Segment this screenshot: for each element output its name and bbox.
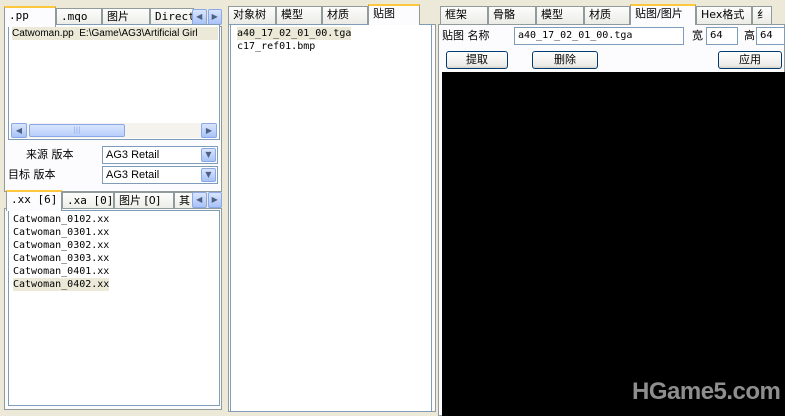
target-version-value: AG3 Retail (106, 169, 160, 181)
texture-name-field[interactable]: a40_17_02_01_00.tga (514, 27, 684, 45)
pp-file-list: Catwoman.pp E:\Game\AG3\Artificial Girl … (8, 24, 220, 140)
tab-frame[interactable]: 框架 (440, 6, 488, 24)
source-version-label: 来源 版本 (26, 148, 74, 161)
list-item[interactable]: c17_ref01.bmp (237, 40, 315, 53)
height-field[interactable]: 64 (756, 27, 785, 45)
source-version-value: AG3 Retail (106, 149, 160, 161)
tab-pp[interactable]: .pp (4, 6, 56, 27)
chevron-left-icon[interactable]: ◀ (192, 192, 207, 208)
chevron-down-icon[interactable]: ▼ (201, 168, 216, 182)
chevron-down-icon[interactable]: ▼ (201, 148, 216, 162)
scroll-right-icon[interactable]: ▶ (201, 123, 217, 138)
list-item[interactable]: a40_17_02_01_00.tga (237, 27, 352, 40)
target-version-label: 目标 版本 (8, 168, 56, 181)
tab-material[interactable]: 材质 (322, 6, 368, 24)
left-bottom-tabbar: .xx [6] .xa [0] 图片 [0] 其 ◀ ▶ (0, 190, 222, 211)
list-item[interactable]: Catwoman_0401.xx (13, 265, 109, 278)
tab-texture[interactable]: 贴图 (368, 4, 420, 25)
chevron-right-icon[interactable]: ▶ (207, 192, 222, 208)
list-item[interactable]: Catwoman_0303.xx (13, 252, 109, 265)
extract-button[interactable]: 提取 (446, 51, 508, 69)
pp-file-path: E:\Game\AG3\Artificial Girl (79, 28, 198, 39)
source-version-select[interactable]: AG3 Retail ▼ (102, 146, 218, 164)
tab-scroll-spinner[interactable]: ◀ ▶ (192, 192, 222, 208)
list-item[interactable]: Catwoman_0402.xx (13, 278, 110, 291)
tab-object-tree[interactable]: 对象树 (228, 6, 276, 24)
texture-preview (442, 72, 785, 416)
tab-mesh[interactable]: 模型 (276, 6, 322, 24)
tab-scroll-spinner[interactable]: ◀ ▶ (192, 9, 222, 25)
tab-xx[interactable]: .xx [6] (6, 190, 62, 211)
splitter[interactable] (222, 0, 226, 416)
middle-tabbar: 对象树 模型 材质 贴图 (226, 4, 436, 25)
texture-list: a40_17_02_01_00.tga c17_ref01.bmp (230, 24, 432, 412)
watermark: HGame5.com (632, 378, 781, 405)
tab-bone[interactable]: 骨骼 (488, 6, 536, 24)
list-item[interactable]: Catwoman_0102.xx (13, 213, 109, 226)
scroll-left-icon[interactable]: ◀ (11, 123, 27, 138)
chevron-left-icon[interactable]: ◀ (192, 9, 207, 25)
right-tabbar: 框架 骨骼 模型 材质 贴图/图片 Hex格式 纟 (438, 4, 785, 25)
delete-button[interactable]: 删除 (532, 51, 598, 69)
horizontal-scrollbar[interactable]: ◀ ||| ▶ (11, 123, 217, 138)
tab-model[interactable]: 模型 (536, 6, 584, 24)
pp-file-row[interactable]: Catwoman.pp E:\Game\AG3\Artificial Girl (12, 27, 218, 40)
tab-texture-image[interactable]: 贴图/图片 (630, 4, 696, 25)
list-item[interactable]: Catwoman_0302.xx (13, 239, 109, 252)
pp-file-name: Catwoman.pp (12, 28, 74, 39)
height-label: 高 (744, 29, 755, 42)
left-top-tabbar: .pp .mqo 图片 Direct ◀ ▶ (0, 6, 222, 27)
texture-name-label: 贴图 名称 (442, 29, 490, 42)
list-item[interactable]: Catwoman_0301.xx (13, 226, 109, 239)
tab-more[interactable]: 纟 (752, 6, 772, 24)
target-version-select[interactable]: AG3 Retail ▼ (102, 166, 218, 184)
xx-file-list: Catwoman_0102.xx Catwoman_0301.xx Catwom… (8, 210, 220, 406)
tab-hex[interactable]: Hex格式 (696, 6, 752, 24)
apply-button[interactable]: 应用 (718, 51, 782, 69)
width-label: 宽 (692, 29, 703, 42)
scrollbar-thumb[interactable]: ||| (29, 124, 125, 137)
chevron-right-icon[interactable]: ▶ (207, 9, 222, 25)
tab-material[interactable]: 材质 (584, 6, 630, 24)
width-field[interactable]: 64 (706, 27, 738, 45)
